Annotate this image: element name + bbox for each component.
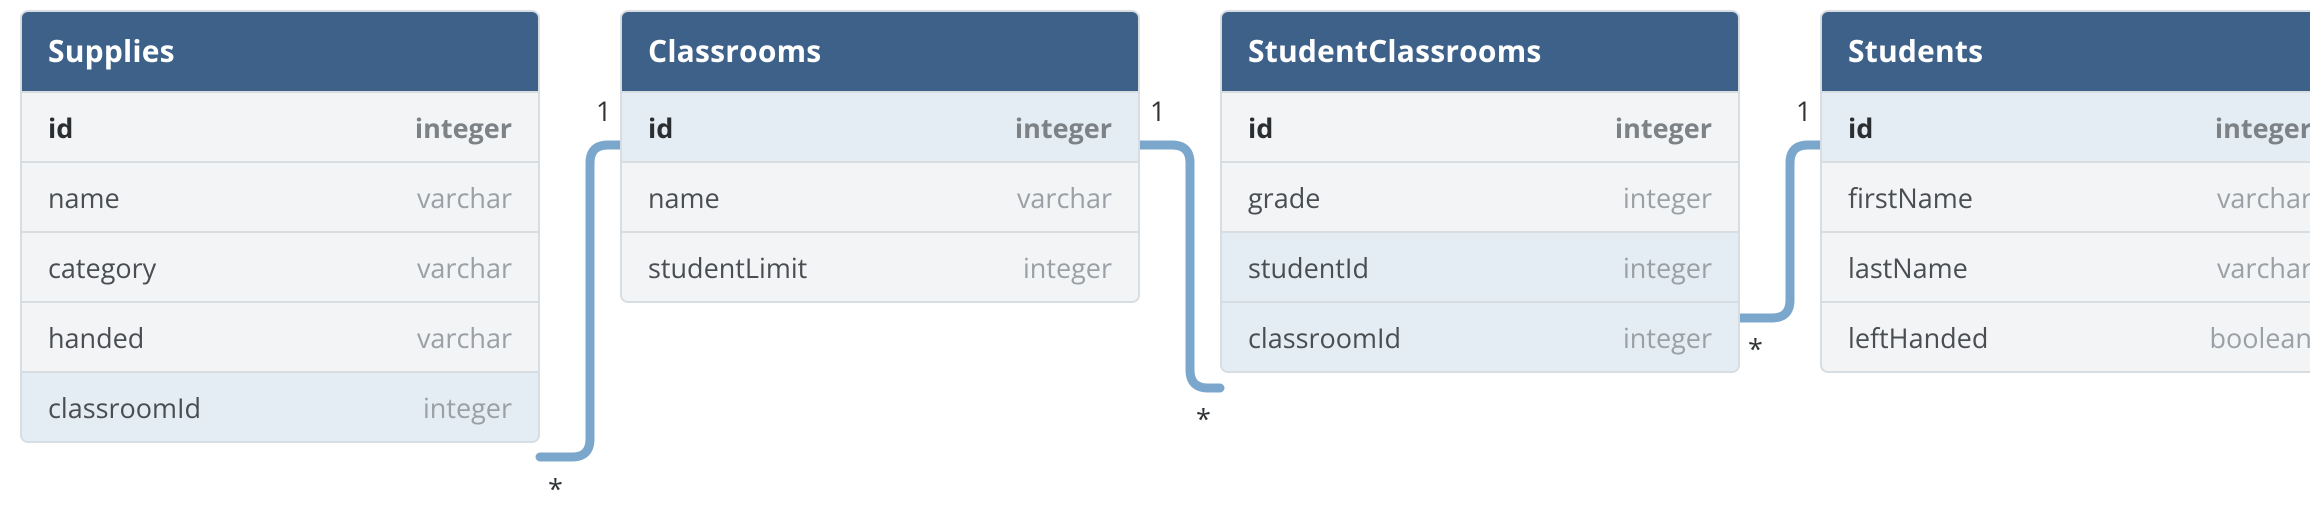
column-type: integer	[1623, 319, 1712, 356]
cardinality-label: *	[1748, 330, 1763, 367]
column-name: id	[648, 109, 673, 146]
column-name: name	[648, 179, 720, 216]
cardinality-label: *	[548, 470, 563, 507]
column-type: varchar	[1017, 179, 1112, 216]
column-category: category varchar	[22, 231, 538, 301]
relationship-connector	[540, 145, 620, 457]
column-name: firstName	[1848, 179, 1973, 216]
column-handed: handed varchar	[22, 301, 538, 371]
entity-studentclassrooms: StudentClassroomsidintegergradeintegerst…	[1220, 10, 1740, 373]
column-type: integer	[415, 109, 512, 146]
column-type: boolean	[2209, 319, 2310, 356]
column-name: grade	[1248, 179, 1320, 216]
entity-header: Supplies	[22, 12, 538, 91]
entity-classrooms: Classrooms id integer name varchar studentLim…	[620, 10, 1140, 303]
column-type: varchar	[417, 249, 512, 286]
column-studentId: studentId integer	[1222, 231, 1738, 301]
cardinality-label: *	[1196, 400, 1211, 437]
column-type: varchar	[2217, 249, 2310, 286]
entity-header: Classrooms	[622, 12, 1138, 91]
column-firstName: firstName varchar	[1822, 161, 2310, 231]
column-type: integer	[1615, 109, 1712, 146]
column-name: handed	[48, 319, 144, 356]
entity-header: Students	[1822, 12, 2310, 91]
entity-students: StudentsidintegerfirstNamevarcharlastNam…	[1820, 10, 2310, 373]
column-name: name varchar	[22, 161, 538, 231]
column-name: id	[1848, 109, 1873, 146]
relationship-connector	[1140, 145, 1220, 388]
column-name: leftHanded	[1848, 319, 1988, 356]
column-name: studentId	[1248, 249, 1369, 286]
column-type: integer	[2215, 109, 2310, 146]
column-type: varchar	[417, 179, 512, 216]
column-lastName: lastName varchar	[1822, 231, 2310, 301]
column-type: integer	[1623, 179, 1712, 216]
column-id: id integer	[622, 91, 1138, 161]
cardinality-label: 1	[1150, 92, 1165, 129]
column-grade: grade integer	[1222, 161, 1738, 231]
column-type: integer	[1015, 109, 1112, 146]
column-name: classroomId	[48, 389, 201, 426]
column-leftHanded: leftHanded boolean	[1822, 301, 2310, 371]
column-type: integer	[1623, 249, 1712, 286]
column-id: id integer	[1822, 91, 2310, 161]
column-type: integer	[1023, 249, 1112, 286]
column-classroomId: classroomId integer	[22, 371, 538, 441]
column-type: varchar	[417, 319, 512, 356]
entity-supplies: Supplies id integer name varchar category varc…	[20, 10, 540, 443]
cardinality-label: 1	[1796, 92, 1811, 129]
column-name: classroomId	[1248, 319, 1401, 356]
column-name: name	[48, 179, 120, 216]
column-type: varchar	[2217, 179, 2310, 216]
column-id: id integer	[1222, 91, 1738, 161]
entity-header: StudentClassrooms	[1222, 12, 1738, 91]
relationship-connector	[1740, 145, 1820, 318]
column-name: id	[48, 109, 73, 146]
column-classroomId: classroomId integer	[1222, 301, 1738, 371]
column-type: integer	[423, 389, 512, 426]
column-name: studentLimit	[648, 249, 807, 286]
column-name: id	[1248, 109, 1273, 146]
column-name: name varchar	[622, 161, 1138, 231]
column-studentLimit: studentLimit integer	[622, 231, 1138, 301]
column-name: lastName	[1848, 249, 1968, 286]
column-name: category	[48, 249, 156, 286]
cardinality-label: 1	[596, 92, 611, 129]
column-id: id integer	[22, 91, 538, 161]
